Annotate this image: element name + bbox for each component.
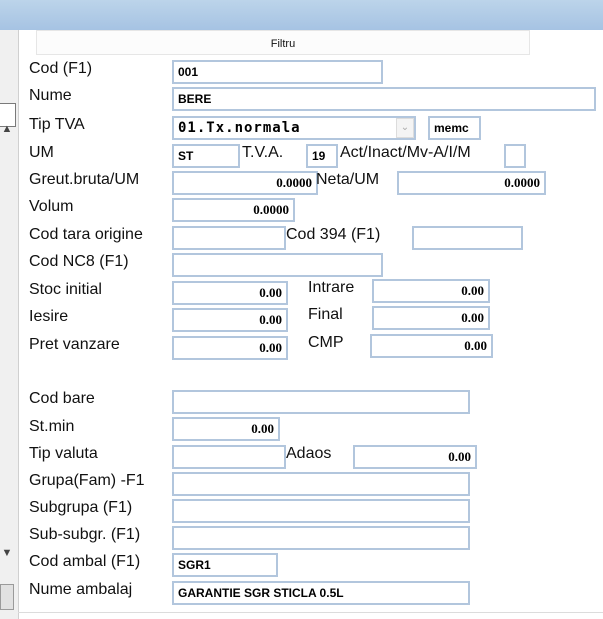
adaos-field[interactable]: 0.00: [353, 445, 477, 469]
grupa-label: Grupa(Fam) -F1: [29, 472, 145, 489]
left-panel-button[interactable]: [0, 584, 14, 610]
act-inact-field[interactable]: [504, 144, 526, 168]
cmp-field[interactable]: 0.00: [370, 334, 493, 358]
subgrupa-label: Subgrupa (F1): [29, 499, 133, 516]
pret-vanzare-label: Pret vanzare: [29, 336, 120, 353]
tip-valuta-label: Tip valuta: [29, 445, 98, 462]
sub-subgr-label: Sub-subgr. (F1): [29, 526, 141, 543]
scroll-up-icon[interactable]: ▲: [0, 122, 14, 136]
stoc-initial-label: Stoc initial: [29, 281, 102, 298]
filter-bar[interactable]: Filtru: [36, 30, 530, 55]
sub-subgr-field[interactable]: [172, 526, 470, 550]
act-inact-label: Act/Inact/Mv-A/I/M: [340, 144, 471, 161]
nume-field[interactable]: BERE: [172, 87, 596, 111]
um-field[interactable]: ST: [172, 144, 240, 168]
cod-nc8-label: Cod NC8 (F1): [29, 253, 129, 270]
st-min-label: St.min: [29, 418, 75, 435]
window-title-bar: [0, 0, 603, 30]
cod394-field[interactable]: [412, 226, 523, 250]
greut-label: Greut.bruta/UM: [29, 171, 140, 188]
adaos-label: Adaos: [286, 445, 332, 462]
nume-ambalaj-label: Nume ambalaj: [29, 581, 133, 598]
iesire-label: Iesire: [29, 308, 69, 325]
greut-field[interactable]: 0.0000: [172, 171, 318, 195]
cod-tara-field[interactable]: [172, 226, 286, 250]
tip-valuta-field[interactable]: [172, 445, 286, 469]
tva-field[interactable]: 19: [306, 144, 338, 168]
cod-label: Cod (F1): [29, 60, 93, 77]
st-min-field[interactable]: 0.00: [172, 417, 280, 441]
neta-label: Neta/UM: [316, 171, 380, 188]
memo-field[interactable]: memc: [428, 116, 481, 140]
cod-ambal-label: Cod ambal (F1): [29, 553, 141, 570]
stoc-initial-field[interactable]: 0.00: [172, 281, 288, 305]
cod394-label: Cod 394 (F1): [286, 226, 381, 243]
um-label: UM: [29, 144, 54, 161]
tva-label: T.V.A.: [242, 144, 284, 161]
final-label: Final: [308, 306, 343, 323]
cmp-label: CMP: [308, 334, 344, 351]
intrare-field[interactable]: 0.00: [372, 279, 490, 303]
cod-bare-field[interactable]: [172, 390, 470, 414]
chevron-down-icon[interactable]: ⌄: [396, 118, 414, 138]
grupa-field[interactable]: [172, 472, 470, 496]
cod-tara-label: Cod tara origine: [29, 226, 143, 243]
cod-ambal-field[interactable]: SGR1: [172, 553, 278, 577]
left-list-panel: ▲ ▼: [0, 30, 19, 619]
scroll-down-icon[interactable]: ▼: [0, 546, 14, 560]
neta-field[interactable]: 0.0000: [397, 171, 546, 195]
cod-nc8-field[interactable]: [172, 253, 383, 277]
cod-field[interactable]: 001: [172, 60, 383, 84]
final-field[interactable]: 0.00: [372, 306, 490, 330]
subgrupa-field[interactable]: [172, 499, 470, 523]
volum-label: Volum: [29, 198, 74, 215]
bottom-divider: [18, 612, 603, 613]
tip-tva-label: Tip TVA: [29, 116, 85, 133]
iesire-field[interactable]: 0.00: [172, 308, 288, 332]
volum-field[interactable]: 0.0000: [172, 198, 295, 222]
nume-label: Nume: [29, 87, 72, 104]
pret-vanzare-field[interactable]: 0.00: [172, 336, 288, 360]
intrare-label: Intrare: [308, 279, 355, 296]
cod-bare-label: Cod bare: [29, 390, 95, 407]
tip-tva-select[interactable]: 01.Tx.normala: [172, 116, 416, 140]
nume-ambalaj-field[interactable]: GARANTIE SGR STICLA 0.5L: [172, 581, 470, 605]
